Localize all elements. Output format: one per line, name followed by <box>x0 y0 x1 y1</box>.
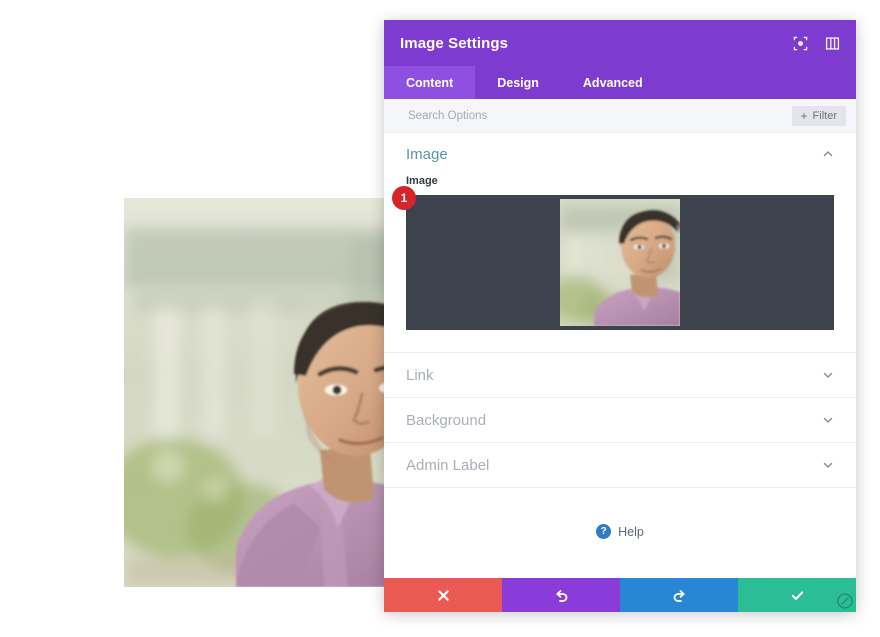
resize-handle[interactable] <box>834 590 856 612</box>
question-mark-icon: ? <box>596 524 611 539</box>
tab-advanced[interactable]: Advanced <box>561 66 665 99</box>
help-label: Help <box>618 525 644 539</box>
section-image: Image Image 1 <box>384 133 856 353</box>
image-field-label: Image <box>406 175 834 187</box>
step-badge-1: 1 <box>392 186 416 210</box>
section-link-title: Link <box>406 367 822 384</box>
chevron-down-icon[interactable] <box>822 459 834 471</box>
plus-icon: + <box>801 110 808 122</box>
modal-header: Image Settings <box>384 20 856 66</box>
section-image-title: Image <box>406 146 822 163</box>
help-button[interactable]: ? Help <box>596 524 644 539</box>
modal-body: Image Image 1 <box>384 133 856 578</box>
tab-content[interactable]: Content <box>384 66 475 99</box>
redo-button[interactable] <box>620 578 738 612</box>
image-thumbnail <box>560 199 680 326</box>
page-background-photo <box>124 198 400 587</box>
image-settings-modal: Image Settings Content Design Advanced <box>384 20 856 612</box>
header-icon-group <box>792 35 840 51</box>
search-row: + Filter <box>384 99 856 133</box>
help-area: ? Help <box>384 488 856 578</box>
section-background[interactable]: Background <box>384 398 856 443</box>
image-field-wrapper: Image 1 <box>384 175 856 352</box>
section-admin-label-title: Admin Label <box>406 457 822 474</box>
chevron-down-icon[interactable] <box>822 414 834 426</box>
section-background-title: Background <box>406 412 822 429</box>
filter-button[interactable]: + Filter <box>792 106 846 126</box>
tab-design[interactable]: Design <box>475 66 561 99</box>
chevron-down-icon[interactable] <box>822 369 834 381</box>
image-upload-area[interactable]: 1 <box>406 195 834 330</box>
undo-button[interactable] <box>502 578 620 612</box>
section-admin-label[interactable]: Admin Label <box>384 443 856 488</box>
focus-target-icon[interactable] <box>792 35 808 51</box>
chevron-up-icon[interactable] <box>822 148 834 160</box>
section-image-header[interactable]: Image <box>384 133 856 175</box>
search-input[interactable] <box>406 109 792 123</box>
modal-tab-bar: Content Design Advanced <box>384 66 856 99</box>
cancel-button[interactable] <box>384 578 502 612</box>
section-link[interactable]: Link <box>384 353 856 398</box>
page-title: Image Settings <box>400 35 792 52</box>
layout-columns-icon[interactable] <box>824 35 840 51</box>
filter-button-label: Filter <box>813 110 837 122</box>
modal-footer <box>384 578 856 612</box>
